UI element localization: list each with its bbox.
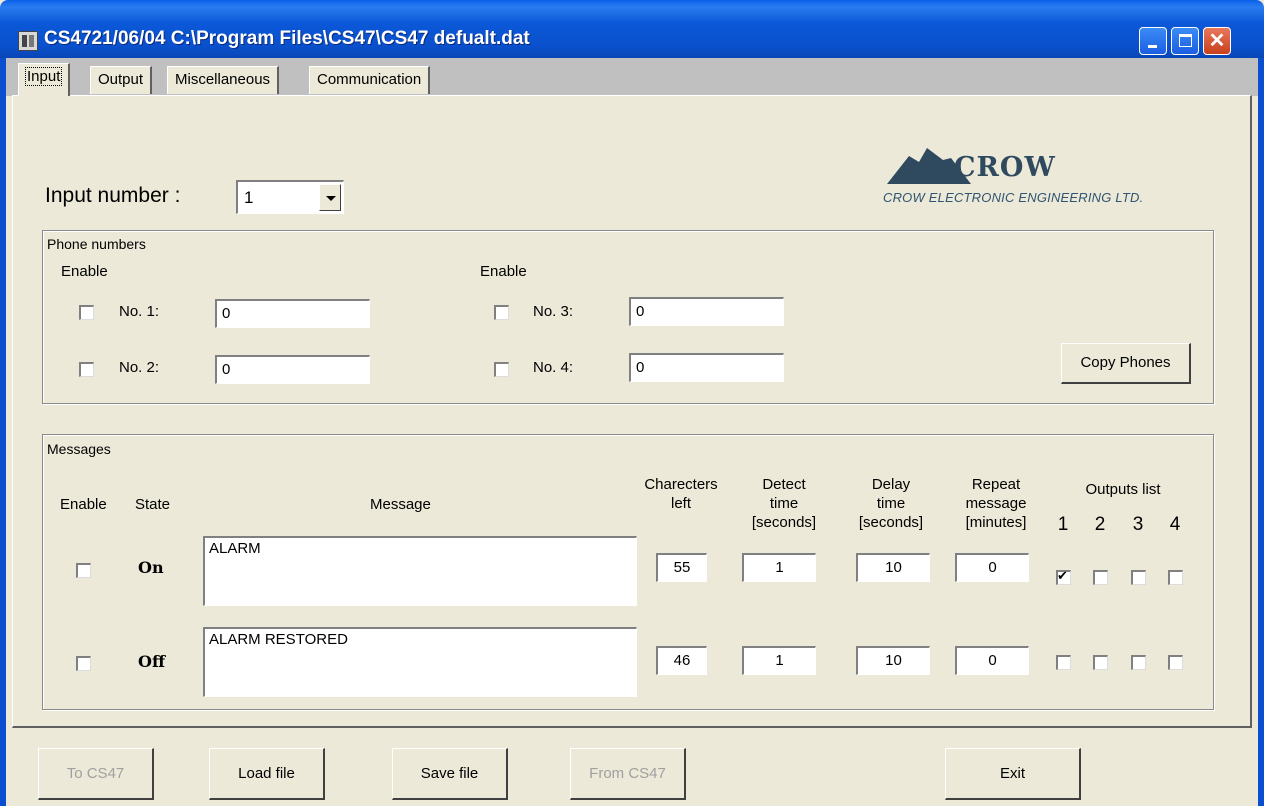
tab-output[interactable]: Output — [90, 66, 153, 94]
chevron-down-icon[interactable] — [319, 184, 341, 211]
from-cs47-button[interactable]: From CS47 — [570, 748, 686, 800]
phone-4-enable-checkbox[interactable] — [494, 362, 509, 377]
close-icon: ✕ — [1208, 30, 1226, 52]
phone-2-enable-checkbox[interactable] — [79, 362, 94, 377]
header-output-3: 3 — [1132, 514, 1144, 535]
header-repeat-message: Repeat message [minutes] — [965, 476, 1027, 531]
message-off-output-1-checkbox[interactable] — [1056, 655, 1071, 670]
message-off-enable-checkbox[interactable] — [76, 656, 91, 671]
tab-miscellaneous[interactable]: Miscellaneous — [167, 66, 280, 94]
message-on-detect-time-input[interactable]: 1 — [742, 553, 816, 582]
title-bar: CS4721/06/04 C:\Program Files\CS47\CS47 … — [0, 0, 1264, 58]
phone-3-enable-checkbox[interactable] — [494, 305, 509, 320]
message-on-repeat-input[interactable]: 0 — [955, 553, 1029, 582]
phone-4-label: No. 4: — [533, 359, 574, 376]
phone-numbers-title: Phone numbers — [47, 236, 148, 252]
message-off-output-2-checkbox[interactable] — [1093, 655, 1108, 670]
message-on-delay-time-input[interactable]: 10 — [856, 553, 930, 582]
message-off-textarea[interactable]: ALARM RESTORED — [203, 627, 637, 697]
message-on-output-3-checkbox[interactable] — [1131, 570, 1146, 585]
load-file-button[interactable]: Load file — [209, 748, 325, 800]
input-number-select[interactable]: 1 — [236, 180, 344, 214]
window-frame-left — [0, 58, 6, 806]
phone-2-input[interactable]: 0 — [215, 355, 370, 384]
to-cs47-button[interactable]: To CS47 — [38, 748, 154, 800]
app-icon[interactable] — [18, 31, 38, 51]
phone-3-input[interactable]: 0 — [629, 297, 784, 326]
window-title: CS4721/06/04 C:\Program Files\CS47\CS47 … — [44, 28, 530, 49]
phone-1-input[interactable]: 0 — [215, 299, 370, 328]
header-message: Message — [370, 496, 431, 513]
header-output-1: 1 — [1057, 514, 1069, 535]
header-outputs-list: Outputs list — [1085, 481, 1161, 498]
header-chars-left: Charecters left — [644, 476, 718, 512]
message-off-output-4-checkbox[interactable] — [1168, 655, 1183, 670]
header-enable: Enable — [60, 496, 107, 513]
phone-1-label: No. 1: — [119, 303, 160, 320]
message-on-chars-left: 55 — [656, 553, 707, 582]
header-detect-time: Detect time [seconds] — [751, 476, 817, 531]
message-on-enable-checkbox[interactable] — [76, 563, 91, 578]
phone-1-enable-checkbox[interactable] — [79, 305, 94, 320]
phone-enable-label-left: Enable — [61, 263, 108, 280]
save-file-button[interactable]: Save file — [392, 748, 508, 800]
tab-input[interactable]: Input — [18, 63, 71, 96]
tab-communication[interactable]: Communication — [309, 66, 431, 94]
message-off-detect-time-input[interactable]: 1 — [742, 646, 816, 675]
maximize-icon — [1179, 34, 1192, 47]
window-frame-right — [1258, 58, 1264, 806]
message-on-output-2-checkbox[interactable] — [1093, 570, 1108, 585]
message-on-textarea[interactable]: ALARM — [203, 536, 637, 606]
maximize-button[interactable] — [1171, 27, 1199, 55]
header-output-4: 4 — [1169, 514, 1181, 535]
message-off-output-3-checkbox[interactable] — [1131, 655, 1146, 670]
close-button[interactable]: ✕ — [1203, 27, 1231, 55]
minimize-icon — [1148, 45, 1157, 48]
logo-wordmark: CROW — [954, 152, 1056, 183]
input-number-label: Input number : — [45, 184, 181, 207]
phone-4-input[interactable]: 0 — [629, 353, 784, 382]
message-off-delay-time-input[interactable]: 10 — [856, 646, 930, 675]
phone-2-label: No. 2: — [119, 359, 160, 376]
phone-3-label: No. 3: — [533, 303, 574, 320]
message-off-repeat-input[interactable]: 0 — [955, 646, 1029, 675]
exit-button[interactable]: Exit — [945, 748, 1081, 800]
message-off-chars-left: 46 — [656, 646, 707, 675]
header-delay-time: Delay time [seconds] — [858, 476, 924, 531]
phone-enable-label-right: Enable — [480, 263, 527, 280]
message-on-output-4-checkbox[interactable] — [1168, 570, 1183, 585]
input-number-value: 1 — [244, 188, 254, 207]
copy-phones-button[interactable]: Copy Phones — [1061, 343, 1191, 384]
message-off-state: Off — [138, 652, 166, 671]
logo-company-name: CROW ELECTRONIC ENGINEERING LTD. — [883, 190, 1144, 205]
message-on-output-1-checkbox[interactable] — [1056, 568, 1071, 585]
minimize-button[interactable] — [1139, 27, 1167, 55]
message-on-state: On — [138, 558, 164, 577]
messages-title: Messages — [47, 441, 113, 457]
header-state: State — [135, 496, 171, 513]
header-output-2: 2 — [1094, 514, 1106, 535]
